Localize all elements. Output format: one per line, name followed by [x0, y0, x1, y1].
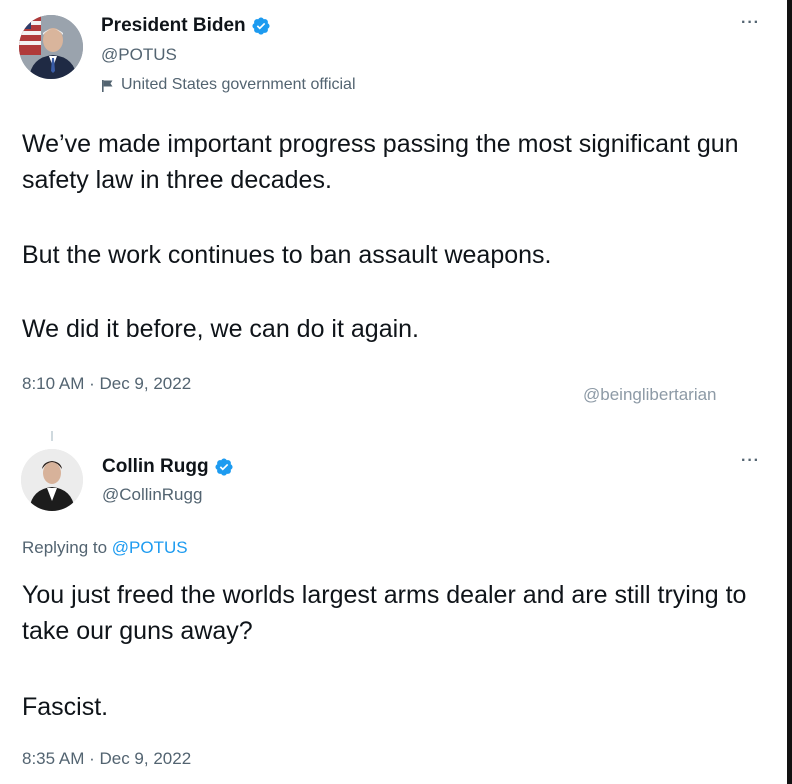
handle-potus[interactable]: @POTUS [101, 45, 177, 65]
avatar-potus[interactable] [19, 15, 83, 79]
government-label-text: United States government official [121, 76, 356, 93]
verified-badge-icon [215, 458, 233, 476]
display-name-text: Collin Rugg [102, 456, 209, 477]
tweet-timestamp[interactable]: 8:35 AM · Dec 9, 2022 [22, 749, 191, 769]
tweet-text-paragraph: We did it before, we can do it again. [22, 315, 419, 343]
more-options-icon[interactable]: ··· [741, 452, 760, 470]
screenshot-frame: President Biden @POTUS United States gov… [0, 0, 787, 784]
watermark: @beinglibertarian [583, 385, 717, 404]
display-name-text: President Biden [101, 15, 246, 36]
display-name-collinrugg[interactable]: Collin Rugg [102, 456, 234, 478]
tweet-text-paragraph: You just freed the worlds largest arms d… [22, 581, 747, 645]
handle-collinrugg[interactable]: @CollinRugg [102, 485, 202, 505]
tweet-timestamp[interactable]: 8:10 AM · Dec 9, 2022 [22, 374, 191, 394]
tweet-text-paragraph: We’ve made important progress passing th… [22, 130, 739, 194]
replying-to: Replying to @POTUS [22, 538, 188, 558]
flag-icon [102, 79, 113, 92]
more-options-icon[interactable]: ··· [741, 14, 760, 32]
screen-edge [787, 0, 792, 784]
replying-to-prefix: Replying to [22, 538, 112, 557]
tweet-text-paragraph: But the work continues to ban assault we… [22, 241, 552, 269]
tweet-text-paragraph: Fascist. [22, 693, 109, 721]
government-label[interactable]: United States government official [101, 76, 356, 94]
mention-link[interactable]: @POTUS [112, 538, 188, 557]
verified-badge-icon [252, 17, 270, 35]
display-name-potus[interactable]: President Biden [101, 15, 271, 37]
avatar-collinrugg[interactable] [21, 449, 83, 511]
